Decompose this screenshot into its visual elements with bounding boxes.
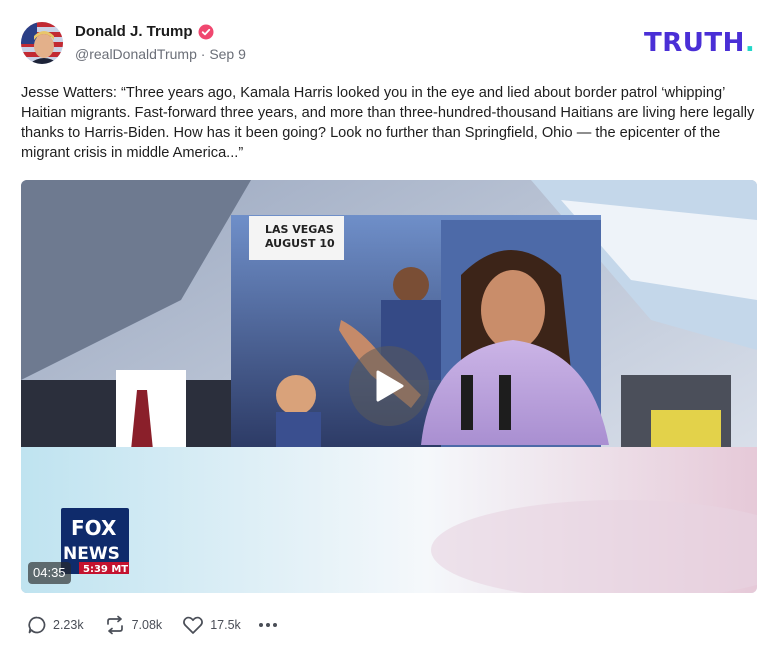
dot — [272, 623, 277, 627]
more-options-icon[interactable] — [258, 614, 277, 636]
time-tag: 5:39 MT — [83, 564, 128, 575]
dot — [265, 623, 270, 627]
play-button[interactable] — [349, 346, 429, 426]
author-handle[interactable]: @realDonaldTrump — [75, 46, 197, 62]
retruth-button[interactable]: 7.08k — [104, 615, 163, 635]
like-count: 17.5k — [210, 618, 241, 632]
avatar-image — [21, 22, 63, 64]
action-bar: 2.23k 7.08k 17.5k — [27, 614, 277, 636]
retruth-count: 7.08k — [131, 618, 163, 632]
author-name-text: Donald J. Trump — [75, 23, 193, 40]
video-duration: 04:35 — [28, 562, 71, 584]
verified-badge-icon — [198, 24, 214, 39]
meta-separator: · — [200, 46, 206, 62]
repost-icon — [106, 615, 123, 635]
logo-dot: . — [744, 28, 756, 58]
dot — [258, 623, 263, 627]
network-logo-line2: NEWS — [63, 544, 120, 564]
reply-button[interactable]: 2.23k — [27, 615, 84, 635]
author-name[interactable]: Donald J. Trump — [75, 23, 214, 40]
video-player[interactable]: LAS VEGAS AUGUST 10 FOX NEWS 5:39 MT 04:… — [21, 180, 757, 593]
post-date[interactable]: Sep 9 — [209, 46, 246, 62]
overlay-date: AUGUST 10 — [265, 237, 335, 250]
logo-text: TRUTH — [644, 28, 745, 58]
author-meta: @realDonaldTrump · Sep 9 — [75, 46, 246, 62]
truth-social-logo[interactable]: TRUTH. — [644, 28, 755, 58]
avatar[interactable] — [21, 22, 63, 64]
like-button[interactable]: 17.5k — [182, 615, 241, 635]
comment-icon — [28, 616, 46, 634]
overlay-location: LAS VEGAS — [265, 223, 334, 236]
network-logo-line1: FOX — [71, 516, 117, 540]
play-icon — [376, 370, 404, 402]
reply-count: 2.23k — [53, 618, 84, 632]
post-body: Jesse Watters: “Three years ago, Kamala … — [21, 85, 755, 161]
heart-icon — [183, 616, 204, 634]
post-card: Donald J. Trump @realDonaldTrump · Sep 9… — [0, 0, 778, 655]
